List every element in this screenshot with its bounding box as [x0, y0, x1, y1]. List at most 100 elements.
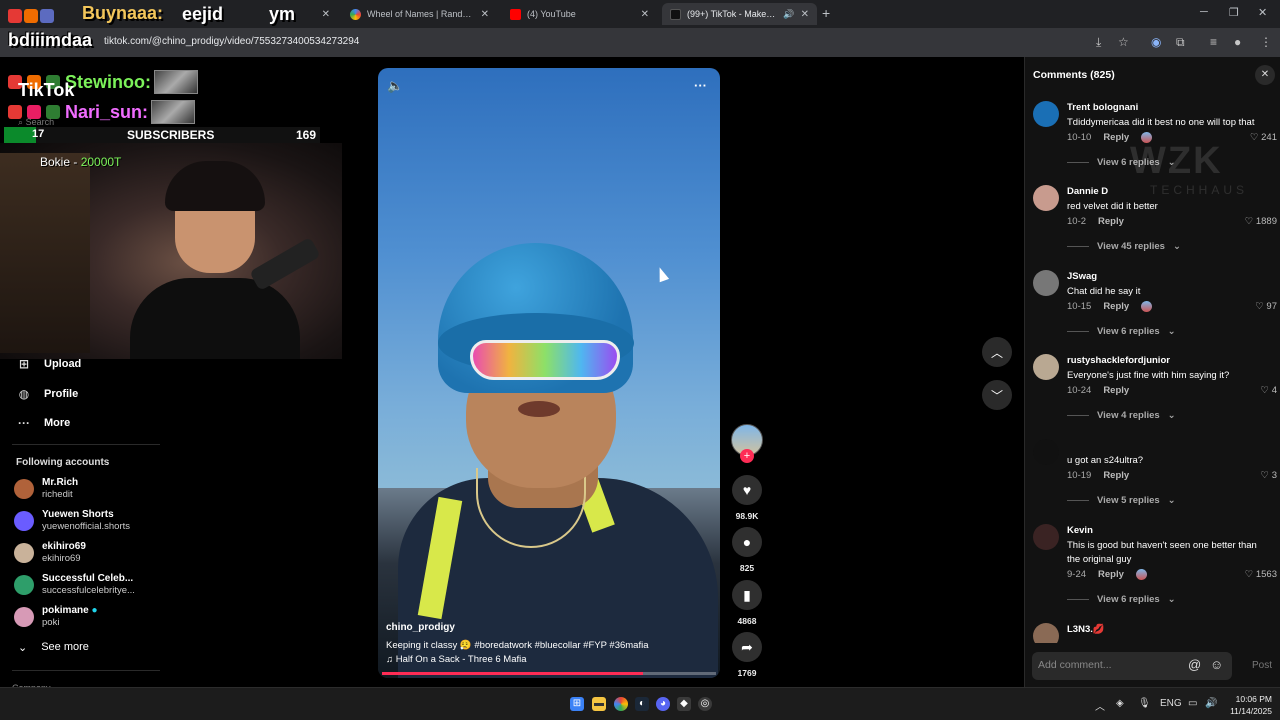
minimize-button[interactable]: ─: [1200, 6, 1208, 18]
tray-chevron-up-icon[interactable]: ︿: [1095, 698, 1105, 713]
system-clock[interactable]: 10:06 PM 11/14/2025: [1228, 693, 1272, 717]
reply-button[interactable]: Reply: [1103, 470, 1129, 481]
avatar[interactable]: [1033, 439, 1059, 465]
add-comment-input[interactable]: Add comment... @ ☺: [1032, 652, 1232, 680]
video-author[interactable]: chino_prodigy: [386, 622, 455, 633]
video-player[interactable]: 🔈 ··· chino_prodigy Keeping it classy 😮‍…: [378, 68, 720, 678]
new-tab-button[interactable]: +: [822, 5, 830, 21]
comment-author[interactable]: rustyshacklefordjunior: [1067, 355, 1170, 366]
reply-button[interactable]: Reply: [1098, 569, 1124, 580]
bookmark-star-icon[interactable]: ☆: [1118, 35, 1129, 49]
menu-kebab-icon[interactable]: ⋮: [1260, 35, 1272, 49]
sidebar-item-more[interactable]: ··· More: [16, 415, 70, 431]
followed-account[interactable]: Mr.Rich richedit: [14, 477, 78, 501]
windows-start-icon[interactable]: ⊞: [570, 697, 584, 711]
comment-likes[interactable]: ♡ 241: [1250, 132, 1277, 143]
avatar[interactable]: [1033, 623, 1059, 643]
followed-account[interactable]: Successful Celeb... successfulcelebritye.…: [14, 573, 135, 597]
tab-youtube[interactable]: (4) YouTube ✕: [502, 3, 657, 25]
reply-button[interactable]: Reply: [1103, 385, 1129, 396]
see-more-button[interactable]: ⌄ See more: [18, 641, 89, 654]
comment-likes[interactable]: ♡ 4: [1261, 385, 1277, 396]
subscriber-goal-label: SUBSCRIBERS: [127, 128, 215, 142]
reply-button[interactable]: Reply: [1098, 216, 1124, 227]
volume-icon[interactable]: 🔈: [387, 78, 403, 94]
file-explorer-icon[interactable]: ▬: [592, 697, 606, 711]
previous-video-button[interactable]: ︿: [982, 337, 1012, 367]
comment-author[interactable]: JSwag: [1067, 271, 1097, 282]
avatar[interactable]: [1033, 354, 1059, 380]
comment-likes[interactable]: ♡ 97: [1255, 301, 1277, 312]
see-more-label: See more: [41, 641, 89, 653]
comment-date: 10-15: [1067, 301, 1092, 312]
comment-author[interactable]: Dannie D: [1067, 186, 1108, 197]
avatar[interactable]: [1033, 101, 1059, 127]
post-comment-button[interactable]: Post: [1252, 660, 1272, 671]
close-icon[interactable]: ✕: [801, 9, 809, 20]
chat-username: Nari_sun:: [65, 101, 149, 122]
account-handle: yuewenofficial.shorts: [42, 521, 131, 532]
view-replies-button[interactable]: View 5 replies ⌄: [1067, 495, 1176, 506]
account-name: ekihiro69: [42, 541, 86, 552]
close-comments-button[interactable]: ✕: [1255, 65, 1275, 85]
extension-icon[interactable]: ◉: [1151, 35, 1161, 49]
reply-button[interactable]: Reply: [1103, 301, 1129, 312]
save-button[interactable]: ▮ 4868: [730, 580, 764, 626]
window-close-button[interactable]: ✕: [1258, 6, 1267, 19]
comment-author[interactable]: L3N3.💋: [1067, 624, 1105, 635]
close-icon[interactable]: ✕: [481, 9, 489, 20]
microphone-icon[interactable]: 🎙: [1138, 698, 1151, 709]
chrome-icon[interactable]: [614, 697, 628, 711]
comment-author[interactable]: Kevin: [1067, 525, 1093, 536]
view-replies-button[interactable]: View 4 replies ⌄: [1067, 410, 1176, 421]
comment-likes[interactable]: ♡ 3: [1261, 470, 1277, 481]
like-button[interactable]: ♥ 98.9K: [730, 475, 764, 521]
avatar[interactable]: [1033, 524, 1059, 550]
comment-button[interactable]: ● 825: [730, 527, 764, 573]
tab-tiktok[interactable]: (99+) TikTok - Make Your Da 🔊 ✕: [662, 3, 817, 25]
reply-button[interactable]: Reply: [1103, 132, 1129, 143]
discord-icon[interactable]: ◕: [656, 697, 670, 711]
tray-app-icon[interactable]: ◈: [1116, 698, 1124, 709]
media-control-icon[interactable]: ≡: [1210, 35, 1217, 49]
tab-wheel-of-names[interactable]: Wheel of Names | Random nam ✕: [342, 3, 497, 25]
maximize-button[interactable]: ❐: [1229, 6, 1239, 19]
share-button[interactable]: ➦ 1769: [730, 632, 764, 678]
puzzle-icon[interactable]: ⧉: [1176, 35, 1185, 50]
obs-icon[interactable]: ◎: [698, 697, 712, 711]
account-name: Yuewen Shorts: [42, 509, 114, 520]
more-options-icon[interactable]: ···: [694, 78, 707, 93]
network-icon[interactable]: ▭: [1188, 698, 1197, 709]
comment-likes[interactable]: ♡ 1889: [1245, 216, 1277, 227]
next-video-button[interactable]: ﹀: [982, 380, 1012, 410]
view-replies-button[interactable]: View 45 replies ⌄: [1067, 241, 1181, 252]
emoji-icon[interactable]: ☺: [1210, 657, 1223, 672]
comment-likes[interactable]: ♡ 1563: [1245, 569, 1277, 580]
video-music[interactable]: ♫ Half On a Sack - Three 6 Mafia: [386, 654, 527, 665]
taskbar: ⊞ ▬ ◐ ◕ ◆ ◎ ︿ ◈ 🎙 ENG ▭ 🔊 10:06 PM 11/14…: [0, 687, 1280, 720]
sidebar-divider: [12, 444, 160, 445]
follow-plus-icon[interactable]: +: [740, 449, 754, 463]
sidebar-item-profile[interactable]: ◍ Profile: [16, 386, 78, 402]
sidebar-item-upload[interactable]: ⊞ Upload: [16, 356, 81, 372]
comment-author[interactable]: Trent bolognani: [1067, 102, 1138, 113]
language-indicator[interactable]: ENG: [1160, 698, 1182, 709]
steam-icon[interactable]: ◐: [635, 697, 649, 711]
address-bar[interactable]: tiktok.com/@chino_prodigy/video/75532734…: [104, 36, 359, 47]
close-icon[interactable]: ✕: [641, 9, 649, 20]
view-replies-button[interactable]: View 6 replies ⌄: [1067, 326, 1176, 337]
avatar[interactable]: [1033, 270, 1059, 296]
profile-avatar[interactable]: ●: [1234, 35, 1241, 49]
volume-icon[interactable]: 🔊: [1205, 698, 1217, 709]
followed-account[interactable]: Yuewen Shorts yuewenofficial.shorts: [14, 509, 130, 533]
view-replies-button[interactable]: View 6 replies ⌄: [1067, 594, 1176, 605]
followed-account[interactable]: ekihiro69 ekihiro69: [14, 541, 86, 565]
video-progress-bar[interactable]: [382, 672, 716, 675]
speaker-icon[interactable]: 🔊: [783, 9, 794, 20]
install-app-icon[interactable]: ⤓: [1096, 35, 1101, 50]
sidebar-logo[interactable]: TikTok: [18, 80, 74, 101]
mention-icon[interactable]: @: [1188, 657, 1201, 672]
followed-account[interactable]: pokimane ● poki: [14, 605, 98, 629]
avatar[interactable]: [1033, 185, 1059, 211]
app-icon[interactable]: ◆: [677, 697, 691, 711]
